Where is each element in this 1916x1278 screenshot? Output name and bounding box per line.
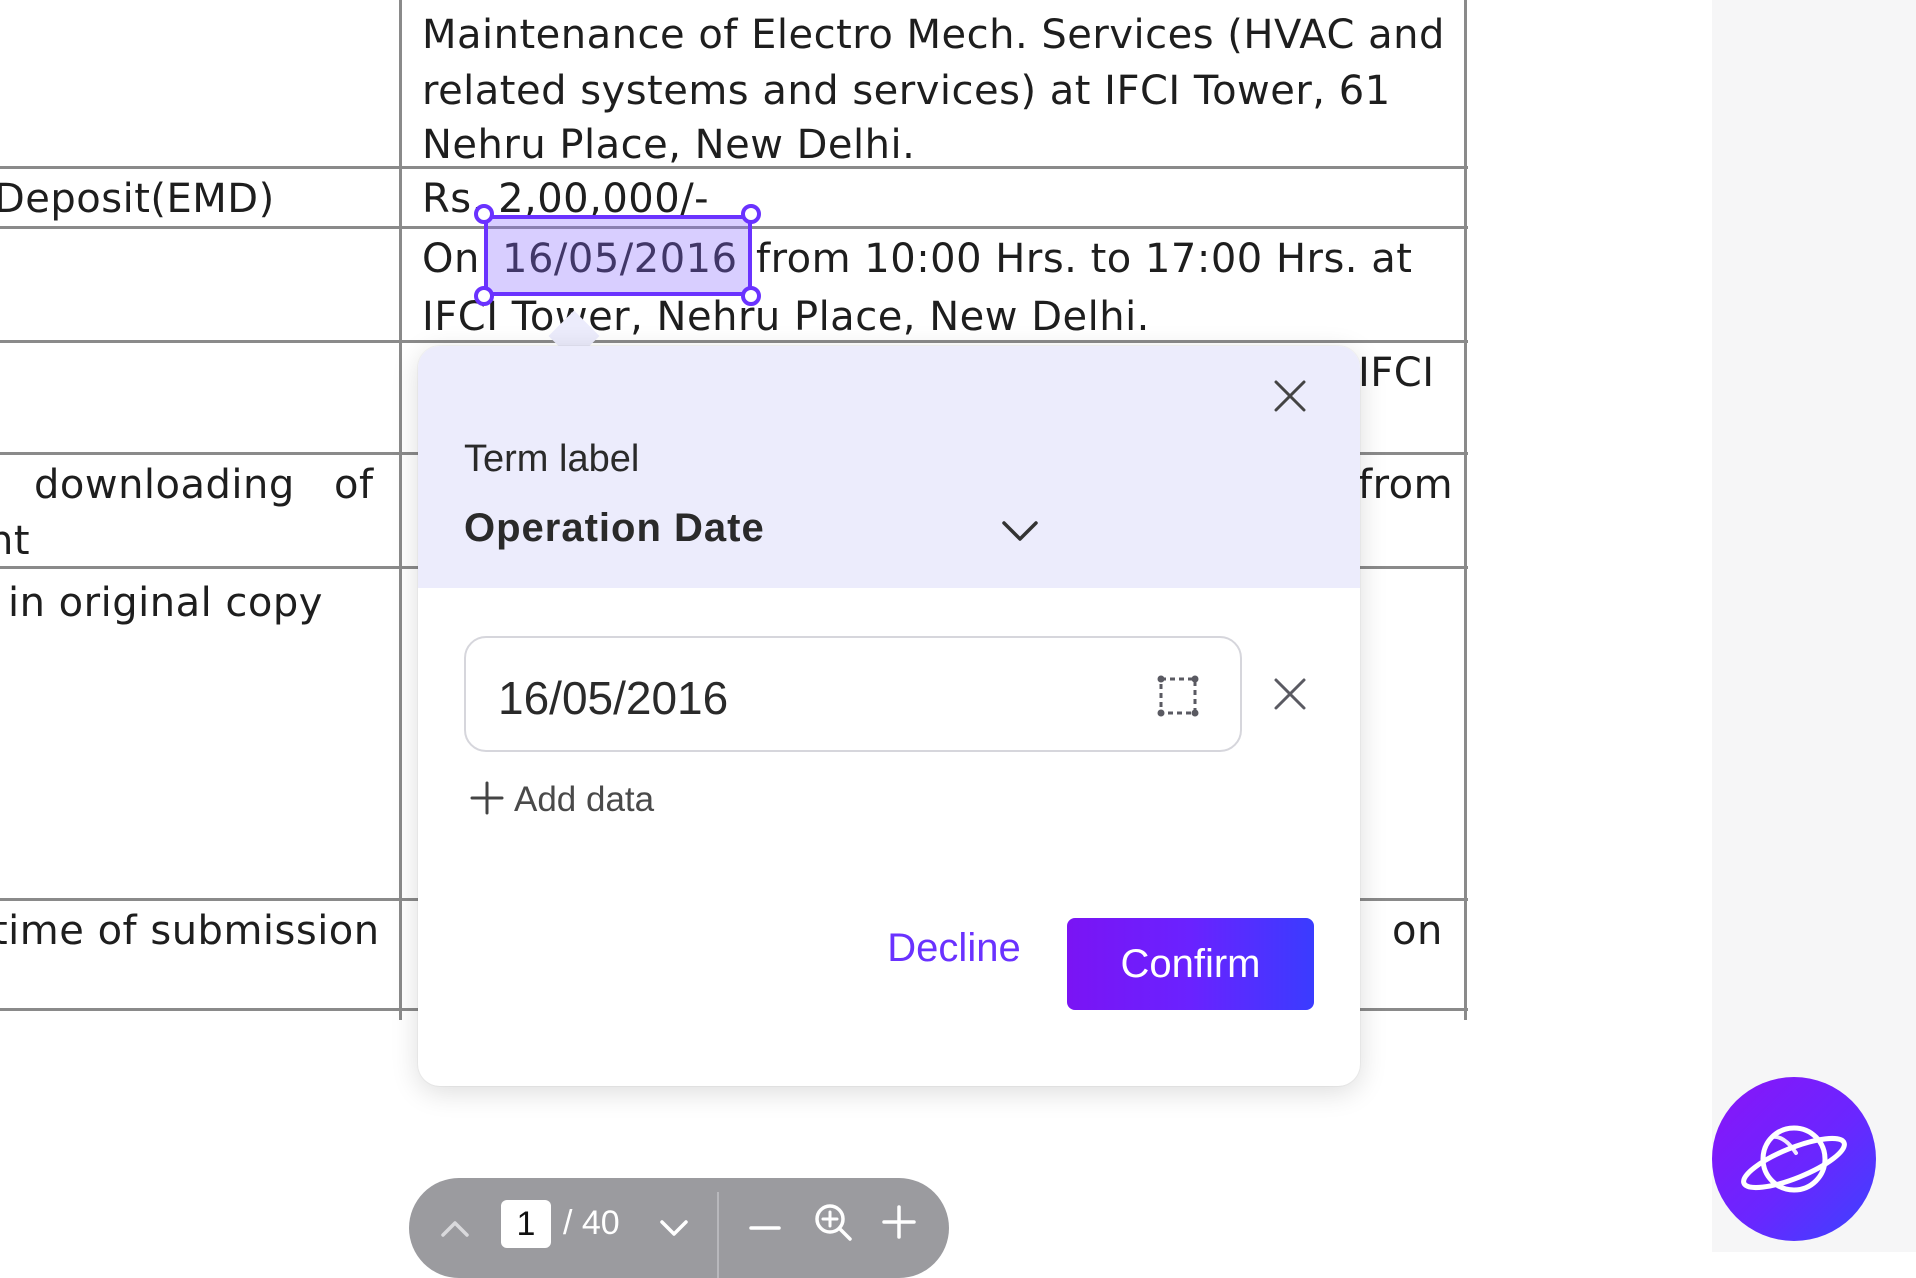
document-text-line: downloading <box>34 462 295 508</box>
selected-text-highlight[interactable] <box>484 215 752 296</box>
resize-handle-top-left[interactable] <box>474 204 494 224</box>
planet-icon <box>1741 1125 1847 1193</box>
right-gutter <box>1712 0 1916 1252</box>
zoom-icon[interactable] <box>811 1200 855 1244</box>
zoom-out-icon[interactable] <box>745 1206 785 1250</box>
table-rule <box>1464 0 1467 1020</box>
page-toolbar: 1 / 40 <box>409 1178 949 1278</box>
document-text-line: IFCI <box>1358 350 1435 396</box>
resize-handle-bottom-right[interactable] <box>741 286 761 306</box>
add-data-label: Add data <box>514 780 655 819</box>
toolbar-divider <box>717 1192 719 1278</box>
chevron-down-icon[interactable] <box>654 1206 694 1250</box>
document-text-line: Nehru Place, New Delhi. <box>422 122 916 168</box>
document-text-line: in original copy <box>8 580 323 626</box>
assistant-button[interactable] <box>1712 1077 1876 1241</box>
document-text-line: On <box>422 236 480 282</box>
resize-handle-top-right[interactable] <box>741 204 761 224</box>
term-label-select[interactable]: Operation Date <box>464 506 765 551</box>
decline-button[interactable]: Decline <box>850 902 1058 994</box>
plus-icon <box>470 781 504 820</box>
resize-handle-bottom-left[interactable] <box>474 286 494 306</box>
document-text-line: nt <box>0 518 31 564</box>
confirm-button[interactable]: Confirm <box>1067 918 1314 1010</box>
add-data-button[interactable]: Add data <box>470 778 654 822</box>
document-text-line: time of submission <box>0 908 380 954</box>
document-text-line: from <box>1358 462 1454 508</box>
popover-header: Term label Operation Date <box>418 346 1360 588</box>
document-text-line: Deposit(EMD) <box>0 176 275 222</box>
document-text-line: Maintenance of Electro Mech. Services (H… <box>422 12 1445 58</box>
table-rule <box>0 340 1468 343</box>
document-text-line: IFCI Tower, Nehru Place, New Delhi. <box>422 294 1150 340</box>
term-value-input[interactable]: 16/05/2016 <box>464 636 1242 752</box>
term-value-text: 16/05/2016 <box>498 672 729 724</box>
document-text-line: related systems and services) at IFCI To… <box>422 68 1391 114</box>
term-label-caption: Term label <box>464 438 640 480</box>
table-rule <box>399 0 402 1020</box>
document-text-line: on <box>1392 908 1443 954</box>
chevron-down-icon[interactable] <box>998 514 1042 550</box>
zoom-in-icon[interactable] <box>879 1200 919 1244</box>
area-select-icon[interactable] <box>1156 674 1200 718</box>
term-popover: Term label Operation Date 16/05/2016 Add… <box>418 346 1360 1086</box>
document-text-line: of <box>334 462 374 508</box>
close-icon[interactable] <box>1270 376 1310 416</box>
document-text-line: from 10:00 Hrs. to 17:00 Hrs. at <box>756 236 1413 282</box>
clear-icon[interactable] <box>1270 674 1310 714</box>
chevron-up-icon[interactable] <box>435 1206 475 1250</box>
page-total: / 40 <box>563 1204 620 1242</box>
page-number-input[interactable]: 1 <box>501 1200 551 1248</box>
